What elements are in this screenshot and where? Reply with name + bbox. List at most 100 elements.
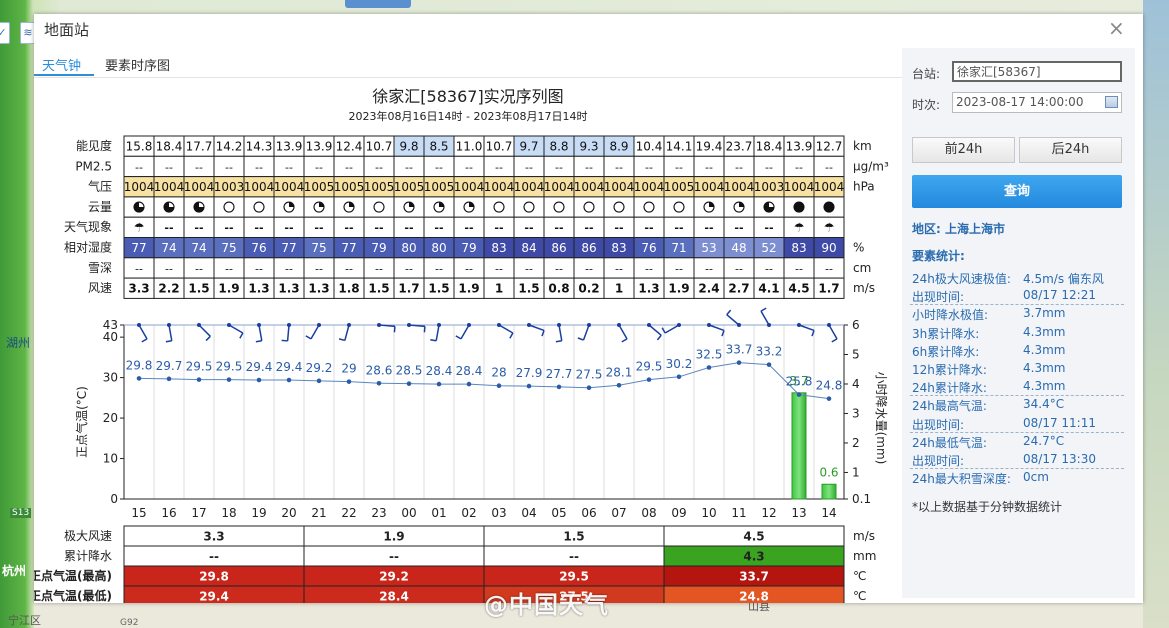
table-cell-value: -- (825, 161, 833, 174)
station-input[interactable]: 徐家汇[58367] (952, 61, 1122, 82)
table-cell-value: 2.7 (728, 282, 749, 296)
summary-label: 累计降水 (64, 549, 112, 563)
y-tick-label: 30 (103, 371, 118, 385)
table-cell-value: -- (465, 262, 473, 275)
dialog-title: 地面站 (44, 21, 90, 39)
y-tick-label: 10 (103, 452, 118, 466)
table-cell-value: 1.8 (338, 282, 359, 296)
temperature-point (556, 384, 562, 390)
table-cell-value: 18.4 (156, 140, 183, 154)
table-cell-value: -- (674, 222, 683, 235)
prev-24h-button[interactable]: 前24h (912, 137, 1015, 163)
cloud-cover-icon (583, 201, 595, 213)
table-cell-value: 79 (461, 241, 476, 255)
row-label: 气压 (88, 179, 112, 194)
table-cell-value: 0.2 (578, 282, 599, 296)
query-sidebar: 台站: 徐家汇[58367] 时次: 2023-08-17 14:00:00 前… (902, 48, 1135, 598)
summary-value: 4.3 (743, 550, 764, 564)
calendar-icon[interactable] (1105, 96, 1118, 108)
summary-value: 33.7 (739, 570, 769, 584)
stat-value: 0cm (1023, 470, 1049, 485)
table-cell-value: 14.2 (216, 140, 243, 154)
temperature-point (286, 377, 292, 383)
table-cell-value: 76 (251, 241, 266, 255)
table-cell-value: -- (435, 262, 443, 275)
table-cell-value: 77 (131, 241, 146, 255)
x-tick-label: 09 (671, 506, 686, 520)
stat-row: 小时降水极值: 3.7mm (910, 305, 1124, 323)
temperature-point (226, 377, 232, 382)
wind-station-dot (227, 323, 231, 327)
x-tick-label: 15 (131, 506, 146, 520)
table-cell-value: 90 (821, 241, 836, 255)
stats-heading: 要素统计: (912, 249, 965, 263)
row-label: 风速 (88, 281, 112, 295)
table-cell-value: -- (405, 262, 413, 275)
table-cell-value: -- (135, 161, 143, 174)
time-input[interactable]: 2023-08-17 14:00:00 (952, 92, 1122, 113)
table-cell-value: 8.8 (549, 140, 568, 154)
summary-unit: ℃ (853, 569, 866, 583)
table-cell-value: 1004 (124, 180, 155, 194)
table-cell-value: -- (555, 262, 563, 275)
table-cell-value: -- (165, 262, 173, 275)
cloud-cover-icon (823, 201, 835, 213)
x-tick-label: 07 (611, 506, 626, 520)
x-tick-label: 14 (821, 506, 836, 520)
close-icon[interactable]: × (1108, 18, 1125, 38)
table-cell-value: 83 (791, 241, 806, 255)
table-cell-value: 75 (311, 241, 326, 255)
row-label: PM2.5 (75, 159, 112, 173)
y-tick-label-right: 3 (852, 406, 860, 420)
table-cell-value: 1.3 (248, 282, 269, 296)
tab-weather-clock[interactable]: 天气钟 (42, 55, 81, 74)
table-cell-value: 75 (221, 241, 236, 255)
map-tool-check-icon[interactable]: ✓ (0, 22, 10, 44)
table-cell-value: 74 (191, 241, 206, 255)
table-cell-value: -- (524, 222, 533, 235)
temperature-point (436, 381, 442, 387)
table-cell-value: 1 (615, 282, 623, 296)
map-top-button[interactable] (345, 0, 411, 8)
stat-value: 4.5m/s 偏东风 (1023, 272, 1104, 286)
table-cell-value: -- (585, 161, 593, 174)
x-tick-label: 08 (641, 506, 656, 520)
query-button[interactable]: 查询 (912, 175, 1122, 208)
x-tick-label: 21 (311, 506, 326, 520)
row-unit: km (853, 139, 872, 153)
temperature-point (706, 365, 712, 370)
temperature-point (496, 383, 502, 388)
temperature-point (166, 376, 172, 382)
table-cell-value: 4.1 (758, 282, 779, 296)
table-cell-value: 1004 (454, 180, 485, 194)
table-cell-value: -- (404, 222, 413, 235)
table-cell-value: -- (135, 262, 143, 275)
next-24h-button[interactable]: 后24h (1019, 137, 1122, 163)
table-cell-value: -- (795, 161, 803, 174)
table-cell-value: -- (495, 262, 503, 275)
y-tick-label: 20 (103, 411, 118, 425)
station-series-chart: 徐家汇[58367]实况序列图 2023年08月16日14时 - 2023年08月… (34, 87, 889, 603)
stat-value: 34.4°C (1023, 397, 1065, 412)
temperature-label: 29.8 (126, 358, 153, 372)
tab-element-series[interactable]: 要素时序图 (105, 55, 170, 74)
y-tick-label-right: 6 (852, 318, 860, 332)
table-cell-value: -- (465, 161, 473, 174)
temperature-label: 33.7 (726, 343, 753, 357)
temperature-point (376, 380, 382, 386)
stat-row: 出现时间: 08/17 12:21 (910, 287, 1124, 306)
wind-barb-feather (393, 326, 396, 333)
table-cell-value: -- (195, 262, 203, 275)
precip-label: 0.6 (819, 465, 838, 479)
time-value: 2023-08-17 14:00:00 (956, 95, 1084, 109)
x-tick-label: 04 (521, 506, 536, 520)
table-cell-value: 83 (491, 241, 506, 255)
chart-subtitle: 2023年08月16日14时 - 2023年08月17日14时 (349, 109, 588, 123)
wind-station-dot (527, 323, 531, 327)
table-cell-value: ☂ (134, 221, 145, 235)
table-cell-value: 77 (281, 241, 296, 255)
table-cell-value: -- (525, 161, 533, 174)
table-cell-value: 23.7 (726, 140, 753, 154)
ground-station-dialog: 地面站 × 天气钟 要素时序图 徐家汇[58367]实况序列图 2023年08月1… (34, 14, 1143, 603)
temperature-point (736, 360, 742, 365)
